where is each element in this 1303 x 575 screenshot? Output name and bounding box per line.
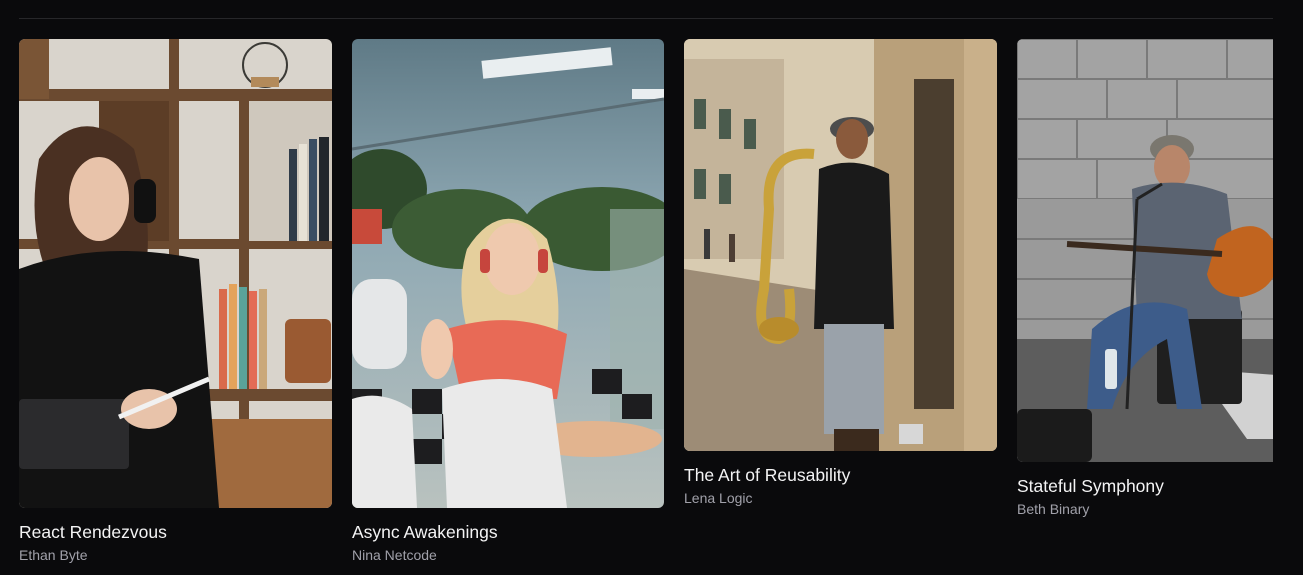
album-artist: Ethan Byte — [19, 547, 88, 563]
album-artist: Beth Binary — [1017, 501, 1090, 517]
album-cover-image — [352, 39, 664, 508]
album-title[interactable]: Async Awakenings — [352, 521, 664, 543]
album-card[interactable]: Async Awakenings Nina Netcode — [352, 39, 664, 564]
album-cover[interactable] — [352, 39, 664, 508]
album-cover[interactable] — [1017, 39, 1273, 462]
album-title[interactable]: React Rendezvous — [19, 521, 332, 543]
album-title[interactable]: Stateful Symphony — [1017, 475, 1273, 497]
album-cover-image — [684, 39, 997, 451]
album-card[interactable]: The Art of Reusability Lena Logic — [684, 39, 997, 507]
album-cover[interactable] — [684, 39, 997, 451]
album-card[interactable]: Stateful Symphony Beth Binary — [1017, 39, 1273, 518]
section-divider — [19, 18, 1273, 19]
album-cover-image — [1017, 39, 1273, 462]
album-cover-image — [19, 39, 332, 508]
album-artist: Nina Netcode — [352, 547, 437, 563]
album-artist: Lena Logic — [684, 490, 753, 506]
album-title[interactable]: The Art of Reusability — [684, 464, 997, 486]
album-cover[interactable] — [19, 39, 332, 508]
album-carousel[interactable]: React Rendezvous Ethan Byte Async Awaken… — [19, 39, 1273, 575]
album-card[interactable]: React Rendezvous Ethan Byte — [19, 39, 332, 564]
